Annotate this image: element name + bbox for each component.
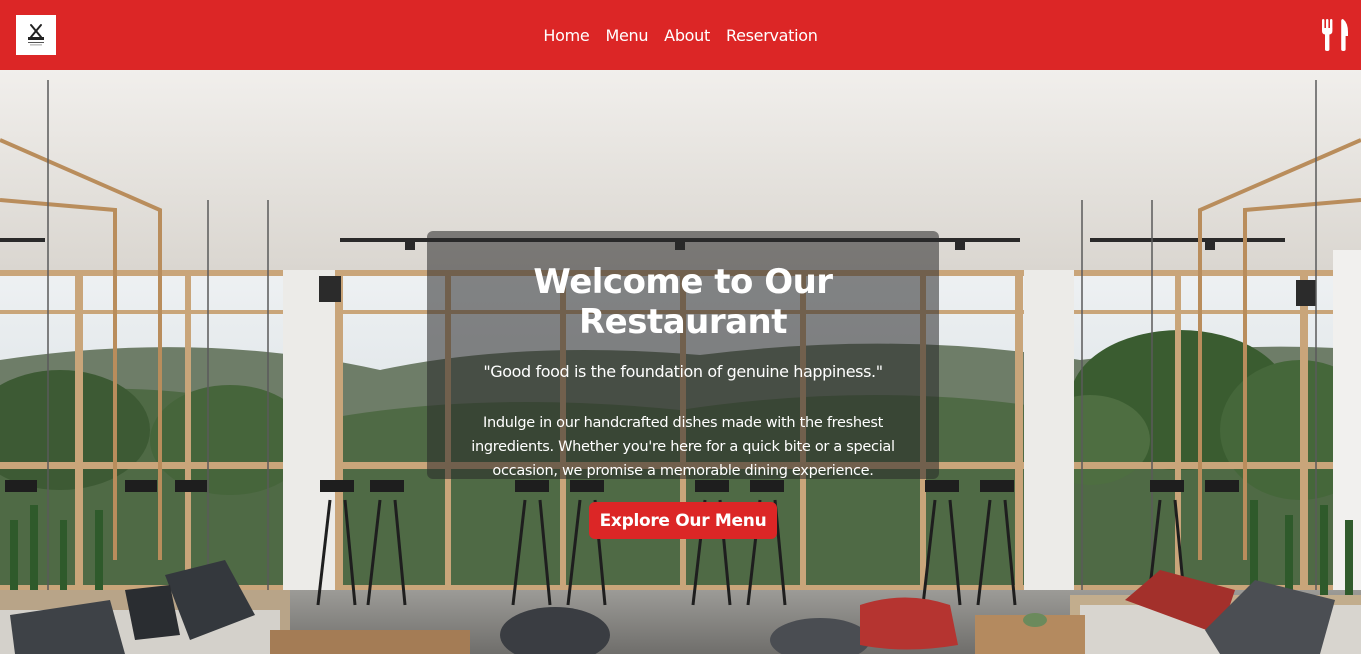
hero-title: Welcome to Our Restaurant <box>533 262 833 342</box>
nav-reservation-link[interactable]: Reservation <box>726 26 818 45</box>
fork-knife-icon[interactable] <box>1321 18 1349 52</box>
top-navbar: Home Menu About Reservation <box>0 0 1361 70</box>
nav-home-link[interactable]: Home <box>543 26 589 45</box>
hero-description: Indulge in our handcrafted dishes made w… <box>471 415 895 479</box>
explore-menu-button[interactable]: Explore Our Menu <box>589 502 777 539</box>
nav-menu-link[interactable]: Menu <box>605 26 648 45</box>
hero-quote: "Good food is the foundation of genuine … <box>483 362 883 381</box>
main-nav: Home Menu About Reservation <box>0 0 1361 70</box>
nav-about-link[interactable]: About <box>664 26 710 45</box>
restaurant-logo-icon[interactable] <box>16 15 56 55</box>
